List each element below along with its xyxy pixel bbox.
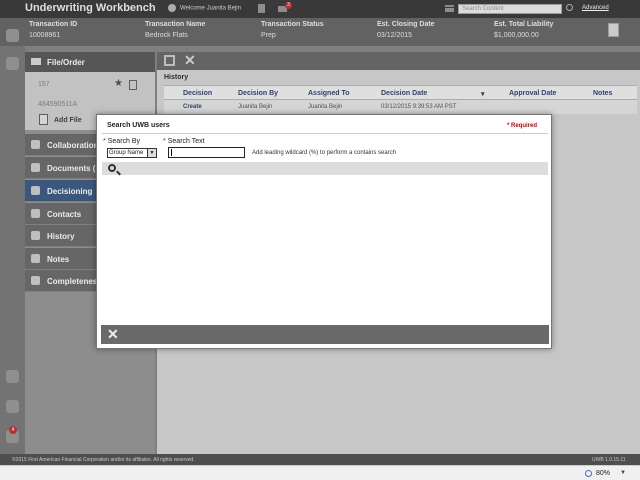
search-by-label: * Search By	[103, 138, 140, 145]
text-caret	[171, 149, 172, 156]
wildcard-hint: Add leading wildcard (%) to perform a co…	[252, 150, 397, 156]
search-text-input[interactable]	[168, 147, 245, 158]
divider	[102, 133, 548, 134]
required-note: * Required	[506, 123, 537, 129]
search-icon[interactable]	[108, 164, 116, 172]
close-dialog-icon[interactable]: ✕	[107, 326, 119, 343]
search-by-value: Group Name	[109, 150, 144, 156]
search-users-dialog: Search UWB users * Required * Search By G…	[96, 114, 552, 349]
chevron-down-icon[interactable]: ▼	[620, 470, 626, 476]
dialog-title: Search UWB users	[107, 122, 170, 129]
chevron-down-icon[interactable]: ▼	[147, 149, 156, 157]
search-by-label-text: Search By	[107, 138, 141, 145]
dialog-footer: ✕	[101, 325, 549, 344]
browser-status-bar: 80% ▼	[0, 465, 640, 480]
required-marker: *	[163, 138, 166, 145]
search-text-label: * Search Text	[163, 138, 205, 145]
search-by-select[interactable]: Group Name ▼	[107, 148, 157, 158]
zoom-level[interactable]: 80%	[596, 470, 610, 477]
required-marker: *	[103, 138, 106, 145]
zoom-icon[interactable]	[585, 470, 592, 477]
search-text-label-text: Search Text	[167, 138, 205, 145]
search-action-bar	[102, 162, 548, 175]
